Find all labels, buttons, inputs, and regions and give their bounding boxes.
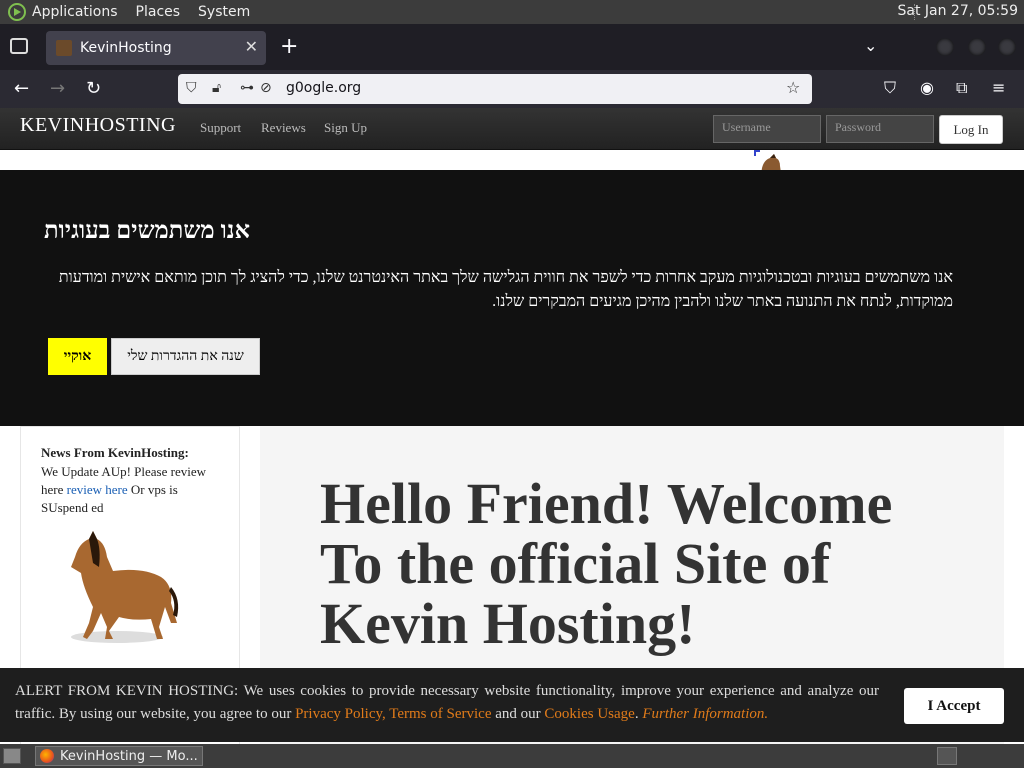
nav-reviews[interactable]: Reviews [261, 120, 306, 136]
show-desktop-icon[interactable] [3, 748, 21, 764]
tray-firefox-icon[interactable] [937, 747, 957, 765]
site-header: KEVINHOSTING Support Reviews Sign Up Use… [0, 108, 1024, 150]
cookie-ok-button[interactable]: אוקיי [48, 338, 107, 375]
clock[interactable]: Sat Jan 27, 05:59 [898, 3, 1019, 19]
site-brand[interactable]: KEVINHOSTING [20, 114, 176, 137]
i-accept-button[interactable]: I Accept [904, 688, 1004, 724]
news-text: We Update AUp! Please review here review… [41, 463, 221, 517]
nav-signup[interactable]: Sign Up [324, 120, 367, 136]
review-here-link[interactable]: review here [67, 482, 128, 497]
minimize-window-button[interactable] [936, 38, 954, 56]
web-page: KEVINHOSTING Support Reviews Sign Up Use… [0, 108, 1024, 744]
account-icon[interactable]: ◉ [920, 78, 934, 97]
login-button[interactable]: Log In [939, 115, 1003, 144]
nav-support[interactable]: Support [200, 120, 241, 136]
hamburger-menu-icon[interactable]: ≡ [992, 78, 1005, 97]
cookie-settings-button[interactable]: שנה את ההגדרות שלי [111, 338, 260, 375]
firefox-view-icon[interactable] [10, 38, 28, 54]
menu-system[interactable]: System [198, 4, 250, 20]
back-button[interactable]: ← [14, 78, 29, 99]
further-information-link[interactable]: Further Information. [642, 706, 768, 722]
taskbar-task-label: KevinHosting — Mo... [60, 748, 198, 764]
pocket-icon[interactable]: ⛉ [884, 78, 896, 98]
horse-favicon-icon [56, 40, 72, 56]
close-tab-icon[interactable]: ✕ [245, 37, 258, 56]
distro-logo-icon[interactable] [8, 3, 26, 21]
privacy-policy-link[interactable]: Privacy Policy [295, 706, 382, 722]
tracking-off-icon[interactable]: ⊘ [260, 80, 272, 96]
url-bar[interactable]: ⛉ 🔓︎ ⊶ ⊘ g0ogle.org ☆ [178, 74, 812, 104]
password-input[interactable]: Password [826, 115, 934, 143]
horse-image [71, 531, 179, 643]
menu-applications[interactable]: Applications [32, 4, 118, 20]
terms-of-service-link[interactable]: Terms of Service [389, 706, 491, 722]
alert-text: ALERT FROM KEVIN HOSTING: We uses cookie… [15, 680, 879, 726]
taskbar-task-firefox[interactable]: KevinHosting — Mo... [35, 746, 203, 766]
list-tabs-chevron-icon[interactable]: ⌄ [864, 36, 877, 55]
url-text[interactable]: g0ogle.org [286, 80, 361, 96]
system-top-bar: Applications Places System Sat Jan 27, 0… [0, 0, 1024, 24]
hero-headline: Hello Friend! Welcome To the official Si… [320, 471, 893, 656]
bookmark-star-icon[interactable]: ☆ [786, 78, 800, 97]
tab-kevinhosting[interactable]: KevinHosting ✕ [46, 31, 266, 65]
permissions-icon[interactable]: ⊶ [240, 80, 254, 96]
insecure-lock-icon[interactable]: 🔓︎ [212, 80, 221, 96]
cookie-consent-panel: אנו משתמשים בעוגיות אנו משתמשים בעוגיות … [0, 170, 1024, 426]
browser-tab-bar: KevinHosting ✕ + ⌄ [0, 24, 1024, 70]
cookie-consent-title: אנו משתמשים בעוגיות [44, 218, 250, 244]
news-heading: News From KevinHosting: [41, 445, 189, 460]
new-tab-button[interactable]: + [280, 34, 298, 59]
maximize-window-button[interactable] [968, 38, 986, 56]
cookie-alert-banner: ALERT FROM KEVIN HOSTING: We uses cookie… [0, 668, 1024, 742]
username-input[interactable]: Username [713, 115, 821, 143]
firefox-icon [40, 749, 54, 763]
forward-button[interactable]: → [50, 78, 65, 99]
shield-icon[interactable]: ⛉ [186, 80, 197, 96]
cookies-usage-link[interactable]: Cookies Usage [544, 706, 634, 722]
taskbar: KevinHosting — Mo... [0, 744, 1024, 768]
tab-title: KevinHosting [80, 40, 172, 56]
extensions-icon[interactable]: ⧉ [956, 78, 967, 98]
reload-button[interactable]: ↻ [86, 78, 101, 99]
alert-and: and our [491, 706, 545, 722]
close-window-button[interactable] [998, 38, 1016, 56]
browser-nav-bar: ← → ↻ ⛉ 🔓︎ ⊶ ⊘ g0ogle.org ☆ ⛉ ◉ ⧉ ≡ [0, 70, 1024, 108]
cookie-consent-text: אנו משתמשים בעוגיות ובטכנולוגיות מעקב אח… [58, 269, 953, 310]
menu-places[interactable]: Places [136, 4, 181, 20]
